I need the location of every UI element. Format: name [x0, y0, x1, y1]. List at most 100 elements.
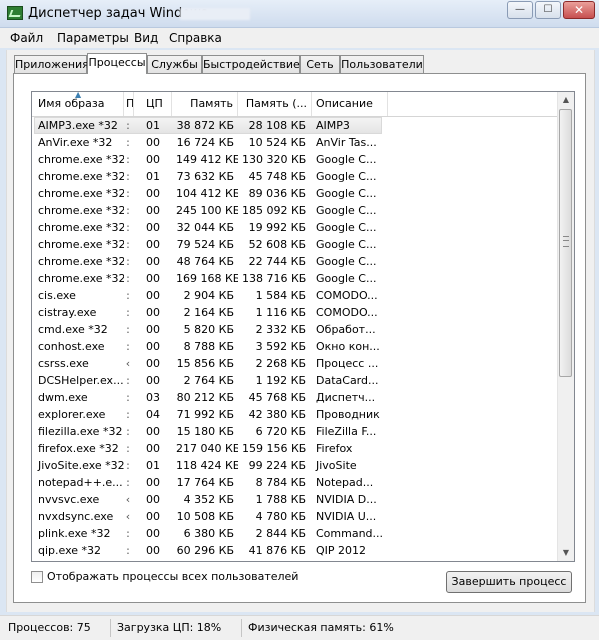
process-row[interactable]: chrome.exe *32: 00 79 524 КБ 52 608 КБ Googl… [32, 236, 560, 253]
process-description: Notepad... [316, 476, 374, 489]
process-row[interactable]: chrome.exe *32: 00 32 044 КБ 19 992 КБ Googl… [32, 219, 560, 236]
process-description: Google C... [316, 255, 377, 268]
process-row[interactable]: dwm.exe: 03 80 212 КБ 45 768 КБ Диспетч... [32, 389, 560, 406]
process-row[interactable]: csrss.exe ‹ 00 15 856 КБ 2 268 КБ Процесс ... [32, 355, 560, 372]
column-image-name[interactable]: ▲ Имя образа [32, 92, 124, 116]
maximize-button[interactable]: ☐ [535, 1, 561, 19]
process-row[interactable]: notepad++.e...: 00 17 764 КБ 8 784 КБ Notepa… [32, 474, 560, 491]
vertical-scrollbar[interactable]: ▲ ▼ [557, 92, 574, 561]
scrollbar-thumb[interactable] [559, 109, 572, 377]
process-row[interactable]: chrome.exe *32: 01 73 632 КБ 45 748 КБ Googl… [32, 168, 560, 185]
process-private-memory: 138 716 КБ [242, 272, 307, 285]
process-row[interactable]: cis.exe: 00 2 904 КБ 1 584 КБ COMODO... [32, 287, 560, 304]
process-list[interactable]: ▲ Имя образа П ЦП Память Память (... Опи… [31, 91, 575, 562]
column-user[interactable]: П [124, 92, 134, 116]
process-cpu: 01 [146, 119, 160, 132]
process-row[interactable]: AnVir.exe *32: 00 16 724 КБ 10 524 КБ AnVir … [32, 134, 560, 151]
tab-performance[interactable]: Быстродействие [202, 55, 300, 73]
process-user: : [126, 153, 130, 166]
process-row[interactable]: cmd.exe *32: 00 5 820 КБ 2 332 КБ Обработ... [32, 321, 560, 338]
column-description[interactable]: Описание [312, 92, 388, 116]
process-name: chrome.exe *32 [38, 170, 124, 183]
process-description: Окно кон... [316, 340, 380, 353]
end-process-button[interactable]: Завершить процесс [446, 571, 572, 593]
process-row[interactable]: conhost.exe: 00 8 788 КБ 3 592 КБ Окно кон..… [32, 338, 560, 355]
process-row[interactable]: qip.exe *32: 00 60 296 КБ 41 876 КБ QIP 2012 [32, 542, 560, 559]
menu-view[interactable]: Вид [134, 31, 158, 45]
scrollbar-grip-icon [563, 236, 569, 247]
process-private-memory: 2 332 КБ [255, 323, 306, 336]
process-list-header: ▲ Имя образа П ЦП Память Память (... Опи… [32, 92, 560, 117]
process-cpu: 00 [146, 340, 160, 353]
tab-processes[interactable]: Процессы [87, 53, 147, 74]
sort-ascending-icon: ▲ [75, 92, 82, 99]
process-user: : [126, 289, 130, 302]
process-row[interactable]: plink.exe *32: 00 6 380 КБ 2 844 КБ Command.… [32, 525, 560, 542]
show-all-users-checkbox[interactable] [31, 571, 43, 583]
process-memory: 15 856 КБ [176, 357, 234, 370]
tab-services[interactable]: Службы [147, 55, 202, 73]
process-description: JivoSite [316, 459, 357, 472]
process-row[interactable]: nvvsvc.exe ‹ 00 4 352 КБ 1 788 КБ NVIDIA D... [32, 491, 560, 508]
process-name: chrome.exe *32 [38, 187, 124, 200]
process-user: : [126, 119, 130, 132]
process-row[interactable]: filezilla.exe *32: 00 15 180 КБ 6 720 КБ Fil… [32, 423, 560, 440]
scroll-down-arrow-icon[interactable]: ▼ [558, 545, 574, 561]
process-user: : [126, 340, 130, 353]
column-cpu[interactable]: ЦП [142, 92, 172, 116]
process-name: chrome.exe *32 [38, 255, 124, 268]
process-cpu: 00 [146, 374, 160, 387]
process-user: : [126, 374, 130, 387]
menu-options[interactable]: Параметры [57, 31, 129, 45]
process-name: chrome.exe *32 [38, 153, 124, 166]
process-user: : [126, 323, 130, 336]
process-row[interactable]: AIMP3.exe *32: 01 38 872 КБ 28 108 КБ AIMP3 [32, 117, 560, 134]
process-description: AnVir Tas... [316, 136, 377, 149]
process-name: cis.exe [38, 289, 76, 302]
process-memory: 10 508 КБ [176, 510, 234, 523]
process-user: : [126, 255, 130, 268]
process-memory: 217 040 КБ [176, 442, 238, 455]
process-user: : [126, 272, 130, 285]
process-memory: 118 424 КБ [176, 459, 238, 472]
process-name: AIMP3.exe *32 [38, 119, 118, 132]
process-row[interactable]: nvxdsync.exe ‹ 00 10 508 КБ 4 780 КБ NVIDIA U… [32, 508, 560, 525]
process-cpu: 00 [146, 476, 160, 489]
process-row[interactable]: JivoSite.exe *32: 01 118 424 КБ 99 224 КБ Ji… [32, 457, 560, 474]
process-cpu: 00 [146, 425, 160, 438]
process-row[interactable]: chrome.exe *32: 00 104 412 КБ 89 036 КБ Goog… [32, 185, 560, 202]
process-description: Обработ... [316, 323, 376, 336]
process-description: FileZilla F... [316, 425, 377, 438]
column-private-memory[interactable]: Память (... [238, 92, 312, 116]
process-row[interactable]: explorer.exe: 04 71 992 КБ 42 380 КБ Проводн… [32, 406, 560, 423]
process-cpu: 00 [146, 289, 160, 302]
tab-users[interactable]: Пользователи [340, 55, 424, 73]
process-private-memory: 28 108 КБ [248, 119, 306, 132]
process-description: DataCard... [316, 374, 379, 387]
process-description: NVIDIA D... [316, 493, 377, 506]
process-row[interactable]: firefox.exe *32: 00 217 040 КБ 159 156 КБ Fi… [32, 440, 560, 457]
tab-applications[interactable]: Приложения [14, 55, 89, 73]
process-row[interactable]: chrome.exe *32: 00 169 168 КБ 138 716 КБ Goo… [32, 270, 560, 287]
minimize-button[interactable]: — [507, 1, 533, 19]
close-button[interactable]: ✕ [563, 1, 595, 19]
process-row[interactable]: cistray.exe: 00 2 164 КБ 1 116 КБ COMODO... [32, 304, 560, 321]
process-row[interactable]: chrome.exe *32: 00 149 412 КБ 130 320 КБ Goo… [32, 151, 560, 168]
process-cpu: 00 [146, 272, 160, 285]
task-manager-window: Диспетчер задач Windows — ☐ ✕ Файл Парам… [0, 0, 599, 640]
process-description: Google C... [316, 238, 377, 251]
process-private-memory: 4 780 КБ [255, 510, 306, 523]
menu-help[interactable]: Справка [169, 31, 222, 45]
process-row[interactable]: chrome.exe *32: 00 48 764 КБ 22 744 КБ Googl… [32, 253, 560, 270]
process-cpu: 00 [146, 221, 160, 234]
scroll-up-arrow-icon[interactable]: ▲ [558, 92, 574, 108]
menu-file[interactable]: Файл [10, 31, 43, 45]
title-bar[interactable]: Диспетчер задач Windows — ☐ ✕ [0, 0, 599, 28]
process-row[interactable]: DCSHelper.ex...: 00 2 764 КБ 1 192 КБ DataCa… [32, 372, 560, 389]
process-description: Command... [316, 527, 384, 540]
process-row[interactable]: chrome.exe *32: 00 245 100 КБ 185 092 КБ Goo… [32, 202, 560, 219]
tab-network[interactable]: Сеть [300, 55, 340, 73]
process-private-memory: 2 268 КБ [255, 357, 306, 370]
process-memory: 48 764 КБ [176, 255, 234, 268]
column-memory[interactable]: Память [172, 92, 238, 116]
